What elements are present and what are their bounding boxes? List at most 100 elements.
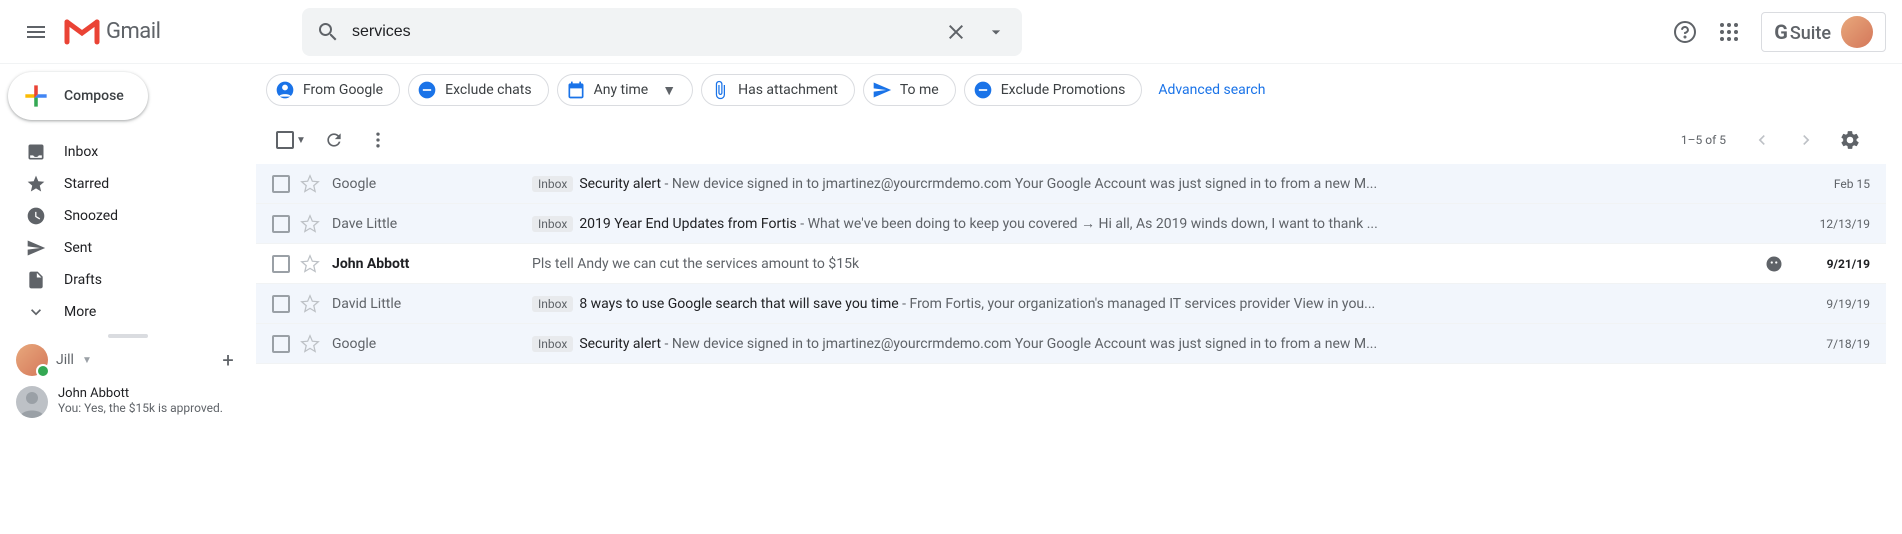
gsuite-badge[interactable]: GSuite	[1761, 12, 1886, 52]
person-blue-icon	[275, 80, 295, 100]
email-checkbox[interactable]	[272, 175, 290, 193]
account-avatar[interactable]	[1841, 16, 1873, 48]
inbox-tag: Inbox	[532, 336, 573, 352]
email-subject-line: 2019 Year End Updates from Fortis - What…	[579, 215, 1377, 232]
gear-icon	[1839, 129, 1861, 151]
caret-down-icon: ▼	[662, 82, 676, 99]
hangouts-caret-icon[interactable]: ▼	[82, 355, 92, 366]
hangouts-user-avatar[interactable]	[16, 344, 48, 376]
nav-item-starred[interactable]: Starred	[0, 168, 256, 200]
filter-chip-1[interactable]: Exclude chats	[408, 74, 548, 106]
filter-chips: From GoogleExclude chats Any time▼ Has att…	[256, 64, 1886, 116]
select-caret-icon: ▼	[296, 135, 306, 146]
more-actions-button[interactable]	[358, 120, 398, 160]
advanced-search-link[interactable]: Advanced search	[1158, 82, 1265, 98]
next-page-button[interactable]	[1786, 120, 1826, 160]
search-options-button[interactable]	[976, 12, 1016, 52]
hangouts-header: Jill ▼ +	[0, 340, 256, 380]
settings-button[interactable]	[1830, 120, 1870, 160]
apps-button[interactable]	[1709, 12, 1749, 52]
nav-item-snoozed[interactable]: Snoozed	[0, 200, 256, 232]
email-checkbox[interactable]	[272, 335, 290, 353]
filter-chip-3[interactable]: Has attachment	[701, 74, 855, 106]
email-checkbox[interactable]	[272, 215, 290, 233]
email-sender: John Abbott	[332, 256, 532, 272]
email-date: Feb 15	[1800, 177, 1870, 191]
star-button[interactable]	[300, 254, 320, 274]
clear-search-button[interactable]	[936, 12, 976, 52]
more-vert-icon	[368, 130, 388, 150]
star-button[interactable]	[300, 214, 320, 234]
star-outline-icon	[300, 214, 320, 234]
chip-label: Exclude Promotions	[1001, 82, 1126, 98]
compose-button[interactable]: Compose	[8, 72, 148, 120]
star-button[interactable]	[300, 334, 320, 354]
chip-label: Has attachment	[738, 82, 838, 98]
star-button[interactable]	[300, 174, 320, 194]
email-checkbox[interactable]	[272, 295, 290, 313]
result-count: 1–5 of 5	[1681, 133, 1726, 147]
sidebar-divider[interactable]	[0, 334, 256, 338]
nav-label: Snoozed	[64, 208, 118, 224]
email-row[interactable]: David LittleInbox8 ways to use Google se…	[256, 284, 1886, 324]
contact-avatar	[16, 386, 48, 418]
expand-icon	[26, 302, 46, 322]
email-content: Inbox Security alert - New device signed …	[532, 336, 1756, 352]
filter-chip-4[interactable]: To me	[863, 74, 956, 106]
attachment-badge-icon	[1765, 255, 1783, 273]
select-all-checkbox[interactable]: ▼	[272, 131, 310, 149]
search-button[interactable]	[308, 12, 348, 52]
email-list: GoogleInboxSecurity alert - New device s…	[256, 164, 1886, 364]
email-date: 9/21/19	[1800, 257, 1870, 271]
nav-item-more[interactable]: More	[0, 296, 256, 328]
filter-chip-2[interactable]: Any time▼	[557, 74, 694, 106]
email-row[interactable]: John AbbottPls tell Andy we can cut the …	[256, 244, 1886, 284]
filter-chip-0[interactable]: From Google	[266, 74, 400, 106]
email-checkbox[interactable]	[272, 255, 290, 273]
email-date: 7/18/19	[1800, 337, 1870, 351]
filter-chip-5[interactable]: Exclude Promotions	[964, 74, 1143, 106]
compose-label: Compose	[64, 88, 124, 104]
nav-item-sent[interactable]: Sent	[0, 232, 256, 264]
gmail-logo-text: Gmail	[106, 19, 160, 44]
header: Gmail GSuite	[0, 0, 1902, 64]
email-row[interactable]: GoogleInbox Security alert - New device s…	[256, 324, 1886, 364]
hangouts-contact[interactable]: John Abbott You: Yes, the $15k is approv…	[0, 380, 256, 424]
nav-label: More	[64, 304, 96, 320]
support-button[interactable]	[1665, 12, 1705, 52]
email-row[interactable]: GoogleInboxSecurity alert - New device s…	[256, 164, 1886, 204]
email-date: 9/19/19	[1800, 297, 1870, 311]
main-menu-button[interactable]	[12, 8, 60, 56]
email-content: Inbox8 ways to use Google search that wi…	[532, 296, 1756, 312]
chevron-right-icon	[1796, 130, 1816, 150]
prev-page-button[interactable]	[1742, 120, 1782, 160]
email-subject-line: Security alert - New device signed in to…	[579, 176, 1377, 192]
send-icon	[26, 238, 46, 258]
star-icon	[26, 174, 46, 194]
nav-item-inbox[interactable]: Inbox	[0, 136, 256, 168]
email-sender: Google	[332, 336, 532, 352]
refresh-button[interactable]	[314, 120, 354, 160]
chip-label: To me	[900, 82, 939, 98]
inbox-tag: Inbox	[532, 176, 573, 192]
gsuite-g-icon: G	[1774, 20, 1788, 44]
hangouts-add-button[interactable]: +	[212, 344, 244, 376]
gmail-logo[interactable]: Gmail	[64, 18, 302, 46]
nav-item-drafts[interactable]: Drafts	[0, 264, 256, 296]
search-input[interactable]	[348, 23, 936, 41]
email-content: Inbox Security alert - New device signed …	[532, 176, 1756, 192]
email-sender: David Little	[332, 296, 532, 312]
email-content: Inbox2019 Year End Updates from Fortis -…	[532, 215, 1756, 232]
hamburger-icon	[24, 20, 48, 44]
email-sender: Dave Little	[332, 216, 532, 232]
star-outline-icon	[300, 254, 320, 274]
minus-blue-icon	[417, 80, 437, 100]
inbox-icon	[26, 142, 46, 162]
file-icon	[26, 270, 46, 290]
email-row[interactable]: Dave LittleInbox2019 Year End Updates fr…	[256, 204, 1886, 244]
contact-preview: You: Yes, the $15k is approved.	[58, 401, 223, 415]
star-button[interactable]	[300, 294, 320, 314]
email-subject-line: Security alert - New device signed in to…	[579, 336, 1377, 352]
nav-label: Inbox	[64, 144, 98, 160]
inbox-tag: Inbox	[532, 296, 573, 312]
